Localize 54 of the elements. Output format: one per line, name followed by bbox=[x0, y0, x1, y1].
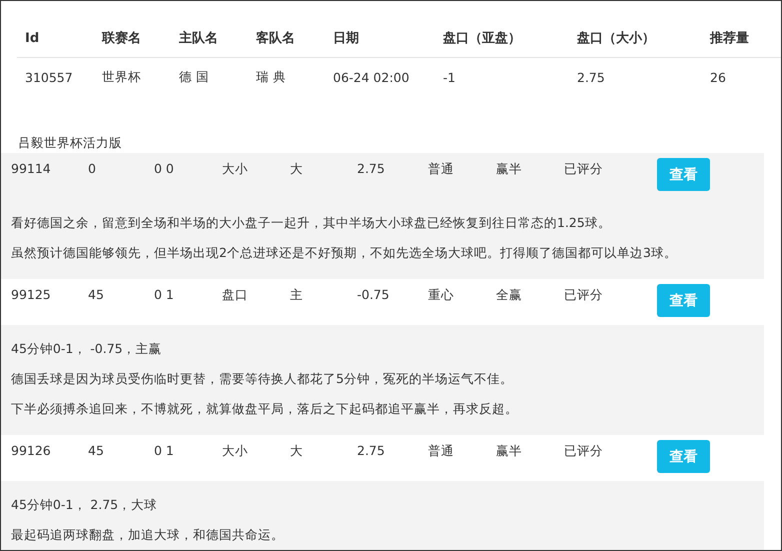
comment-text: 下半必须搏杀追回来，不博就死，就算做盘平局，落后之下起码都追平赢半，再求反超。 bbox=[11, 400, 519, 418]
comment-text: 德国丢球是因为球员受伤临时更替，需要等待换人都花了5分钟，冤死的半场运气不佳。 bbox=[11, 370, 514, 388]
record-cell: 0 1 bbox=[154, 443, 174, 458]
table-cell-text: 瑞 典 bbox=[256, 68, 287, 86]
column-header: 盘口（亚盘） bbox=[443, 30, 522, 47]
record-cell: 99114 bbox=[11, 161, 51, 176]
record-cell: 0 1 bbox=[154, 287, 174, 302]
view-button[interactable]: 查看 bbox=[657, 158, 710, 191]
view-button[interactable]: 查看 bbox=[657, 284, 710, 317]
record-cell: 45 bbox=[88, 443, 104, 458]
record-cell: 赢半 bbox=[496, 161, 522, 178]
table-cell-text: 26 bbox=[710, 70, 727, 84]
comment-text: 看好德国之余，留意到全场和半场的大小盘子一起升，其中半场大小球盘已经恢复到往日常态的1.25球。 bbox=[11, 214, 612, 232]
comment-text: 最起码追两球翻盘，加追大球，和德国共命运。 bbox=[11, 526, 285, 544]
table-cell-text: 06-24 02:00 bbox=[333, 70, 410, 84]
record-cell: 全赢 bbox=[496, 287, 522, 304]
record-cell: 重心 bbox=[428, 287, 454, 304]
record-cell: 0 bbox=[88, 161, 96, 176]
record-cell: 普通 bbox=[428, 443, 454, 460]
record-cell: 普通 bbox=[428, 161, 454, 178]
record-cell: 大小 bbox=[222, 443, 248, 460]
record-cell: 盘口 bbox=[222, 287, 248, 304]
record-cell: 99126 bbox=[11, 443, 51, 458]
table-cell-text: 德 国 bbox=[179, 68, 210, 86]
column-header: 客队名 bbox=[256, 30, 296, 47]
column-header: 日期 bbox=[333, 30, 360, 47]
record-cell: 2.75 bbox=[357, 161, 385, 176]
column-header: 盘口（大小） bbox=[577, 30, 656, 47]
record-cell: -0.75 bbox=[357, 287, 390, 302]
table-cell-text: 世界杯 bbox=[102, 68, 142, 86]
record-cell: 99125 bbox=[11, 287, 51, 302]
record-cell: 0 0 bbox=[154, 161, 174, 176]
table-cell-text: -1 bbox=[443, 70, 456, 84]
table-cell-text: 310557 bbox=[25, 70, 74, 84]
column-header: Id bbox=[25, 30, 40, 46]
record-cell: 45 bbox=[88, 287, 104, 302]
section-title: 吕毅世界杯活力版 bbox=[17, 134, 123, 152]
column-header: 联赛名 bbox=[102, 30, 142, 47]
comment-text: 虽然预计德国能够领先，但半场出现2个总进球还是不好预期，不如先选全场大球吧。打得顺了德国都可以单边3球。 bbox=[11, 244, 678, 262]
column-header: 主队名 bbox=[179, 30, 219, 47]
record-cell: 已评分 bbox=[564, 287, 603, 304]
record-cell: 已评分 bbox=[564, 443, 603, 460]
comment-text: 45分钟0-1， 2.75，大球 bbox=[11, 496, 158, 514]
record-cell: 赢半 bbox=[496, 443, 522, 460]
record-cell: 主 bbox=[290, 287, 303, 304]
record-cell: 已评分 bbox=[564, 161, 603, 178]
record-cell: 2.75 bbox=[357, 443, 385, 458]
comment-text: 45分钟0-1， -0.75，主赢 bbox=[11, 340, 163, 358]
record-cell: 大 bbox=[290, 443, 303, 460]
view-button[interactable]: 查看 bbox=[657, 440, 710, 473]
table-cell-text: 2.75 bbox=[577, 70, 606, 84]
record-cell: 大 bbox=[290, 161, 303, 178]
column-header: 推荐量 bbox=[710, 30, 750, 47]
record-cell: 大小 bbox=[222, 161, 248, 178]
